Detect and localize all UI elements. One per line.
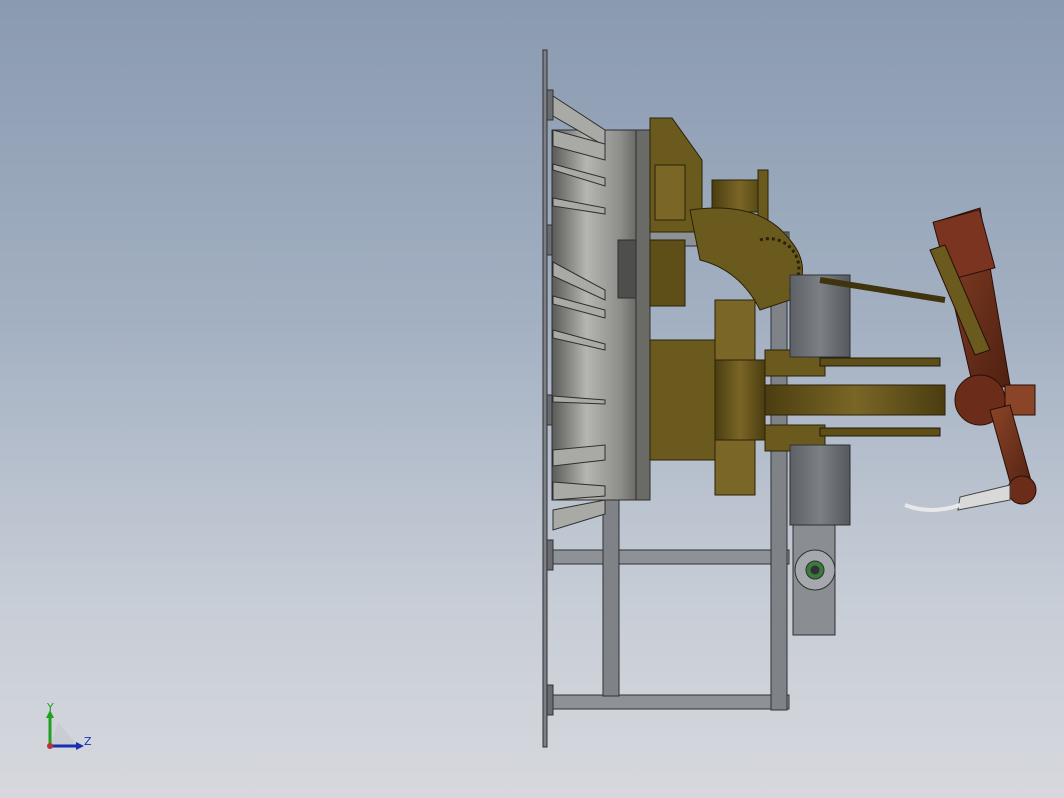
torch-cable <box>904 503 961 512</box>
triad-z-label: Z <box>84 735 92 748</box>
frame-beam-lower <box>548 694 790 710</box>
triad-plane <box>50 722 78 746</box>
rotary-drum[interactable] <box>551 95 651 531</box>
frame-tab <box>546 89 554 121</box>
frame-tab <box>546 539 554 571</box>
axis-triad: Y Z <box>46 701 92 750</box>
upper-positioner[interactable] <box>649 117 803 311</box>
motor-lower <box>789 444 851 526</box>
frame-beam-middle <box>548 549 790 565</box>
triad-y-label: Y <box>46 701 54 714</box>
triad-z-arrow <box>76 742 84 750</box>
triad-origin <box>47 743 53 749</box>
welding-torch <box>957 484 1011 511</box>
middle-arm <box>764 384 946 416</box>
frame-post-left <box>602 499 620 697</box>
motor-upper <box>789 274 851 358</box>
rod-upper <box>819 357 941 367</box>
middle-body <box>649 339 716 461</box>
middle-flange-bottom <box>714 439 756 496</box>
frame-front-plate <box>542 49 548 748</box>
upper-hub <box>654 164 686 221</box>
rod-lower <box>819 427 941 437</box>
drum-rim <box>635 129 651 501</box>
middle-flange-top <box>714 299 756 361</box>
cad-viewport[interactable]: Y Z <box>0 0 1064 798</box>
robot-wrist-joint <box>1007 475 1037 505</box>
middle-hub <box>714 359 766 441</box>
drive-units[interactable] <box>789 274 851 636</box>
upper-arm <box>649 239 686 307</box>
upper-elbow <box>689 207 803 311</box>
frame-tab <box>546 684 554 716</box>
gear-center <box>810 565 820 575</box>
